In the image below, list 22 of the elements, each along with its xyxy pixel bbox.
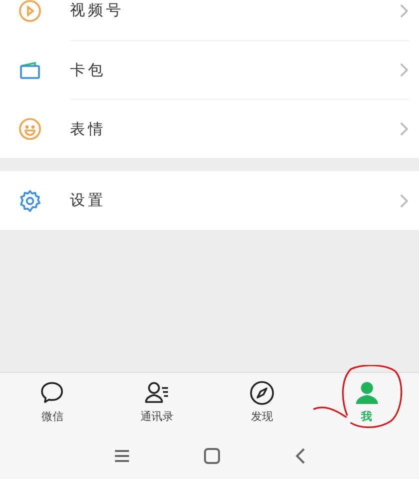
menu-item[interactable]: 卡包 — [0, 40, 419, 99]
tab[interactable]: 发现 — [210, 373, 314, 432]
compass-icon — [248, 380, 275, 406]
smiley-icon — [18, 116, 42, 140]
home-icon[interactable] — [202, 446, 220, 464]
menu-icon[interactable] — [112, 448, 130, 464]
tab[interactable]: 微信 — [0, 373, 105, 432]
chevron-right-icon — [399, 2, 409, 18]
tab[interactable]: 通讯录 — [104, 373, 210, 432]
menu-label: 卡包 — [70, 60, 107, 81]
chevron-right-icon — [399, 192, 409, 208]
menu-label: 设置 — [70, 190, 107, 212]
menu-item[interactable]: 设置 — [0, 171, 419, 230]
person-icon — [354, 380, 380, 406]
chevron-right-icon — [399, 62, 409, 78]
chevron-right-icon — [399, 121, 409, 137]
chat-bubble-icon — [39, 380, 66, 406]
menu-item[interactable]: 表情 — [0, 99, 419, 158]
menu-label: 视频号 — [70, 0, 125, 22]
menu-label: 表情 — [70, 118, 107, 140]
menu-item[interactable]: 视频号 — [0, 0, 419, 40]
settings-icon — [18, 188, 42, 212]
